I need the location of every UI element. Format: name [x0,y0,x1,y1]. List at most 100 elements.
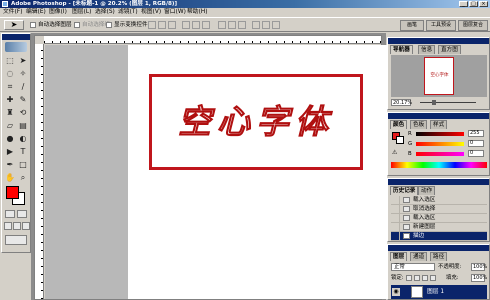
move-tool-icon[interactable]: ➤ [17,55,29,67]
zoom-level-field[interactable]: 20.17% [391,99,412,106]
layer-visibility-eye-icon[interactable]: ◉ [392,288,400,296]
show-transform-checkbox[interactable] [106,22,112,28]
jump-to-imageready-icon[interactable] [5,235,27,245]
auto-select-group-checkbox[interactable] [74,22,80,28]
healing-brush-tool-icon[interactable]: ✚ [4,94,16,106]
tab-styles[interactable]: 样式 [430,120,448,129]
distribute-left-icon[interactable] [252,21,260,29]
menu-help[interactable]: 帮助(H) [187,8,207,17]
type-tool-icon[interactable]: T [17,146,29,158]
auto-select-layer-checkbox[interactable] [30,22,36,28]
gradient-tool-icon[interactable]: ▤ [17,120,29,132]
channel-b-slider[interactable] [416,152,464,156]
history-item[interactable]: 取消选择 [391,205,487,214]
tab-layers[interactable]: 图层 [390,252,408,261]
align-bottom-icon[interactable] [168,21,176,29]
adobe-online-icon[interactable] [5,42,27,52]
color-background-swatch[interactable] [396,136,404,144]
layers-panel-titlebar[interactable] [388,245,489,251]
layer-row-selected[interactable]: ◉ 图层 1 [391,285,487,299]
minimize-button[interactable]: _ [459,1,468,7]
eraser-tool-icon[interactable]: ▱ [4,120,16,132]
quick-mask-mode-icon[interactable] [17,210,27,218]
tab-history[interactable]: 历史记录 [390,186,419,195]
color-spectrum-bar[interactable] [391,162,487,168]
clone-stamp-tool-icon[interactable]: ♜ [4,107,16,119]
lock-transparency-icon[interactable] [406,275,412,281]
zoom-tool-icon[interactable]: ⌕ [17,172,29,184]
color-panel-titlebar[interactable] [388,113,489,119]
align-left-icon[interactable] [182,21,190,29]
zoom-slider[interactable] [420,102,476,103]
tab-actions[interactable]: 动作 [418,186,436,195]
channel-g-slider[interactable] [416,142,464,146]
channel-r-slider[interactable] [416,132,464,136]
pen-tool-icon[interactable]: ✒ [4,159,16,171]
toolbox-titlebar[interactable] [2,34,30,40]
hand-tool-icon[interactable]: ✋ [4,172,16,184]
tab-swatches[interactable]: 色板 [410,120,428,129]
menu-select[interactable]: 选择(S) [95,8,115,17]
maximize-button[interactable]: □ [469,1,478,7]
align-right-icon[interactable] [202,21,210,29]
slice-tool-icon[interactable]: ∕ [17,81,29,93]
brush-tool-icon[interactable]: ✎ [17,94,29,106]
lock-position-icon[interactable] [422,275,428,281]
history-item[interactable]: 新建图层 [391,223,487,232]
channel-r-value[interactable]: 255 [468,130,484,137]
distribute-top-icon[interactable] [218,21,226,29]
canvas[interactable]: 空心字体 [128,45,387,299]
close-button[interactable]: × [479,1,488,7]
history-source-cell[interactable] [391,205,400,213]
path-selection-tool-icon[interactable]: ▶ [4,146,16,158]
dodge-tool-icon[interactable]: ◐ [17,133,29,145]
menu-image[interactable]: 图像(I) [49,8,67,17]
lasso-tool-icon[interactable]: ◌ [4,68,16,80]
menu-view[interactable]: 视图(V) [141,8,161,17]
tab-channels[interactable]: 通道 [410,252,428,261]
align-top-icon[interactable] [148,21,156,29]
dock-tab-layer-comps[interactable]: 图层复合 [458,20,488,31]
foreground-color-swatch[interactable] [6,186,19,199]
align-hcenter-icon[interactable] [192,21,200,29]
history-source-cell[interactable] [391,214,400,222]
standard-screen-mode-icon[interactable] [4,222,12,230]
full-screen-menu-mode-icon[interactable] [13,222,21,230]
tab-navigator[interactable]: 导航器 [390,45,413,54]
lock-image-icon[interactable] [414,275,420,281]
history-source-cell[interactable] [391,196,400,204]
menu-layer[interactable]: 图层(L) [72,8,91,17]
history-source-cell[interactable] [391,223,400,231]
crop-tool-icon[interactable]: ⌗ [4,81,16,93]
history-item-selected[interactable]: 描边 [391,232,487,241]
zoom-slider-handle[interactable] [432,100,436,105]
menu-file[interactable]: 文件(F) [3,8,22,17]
tab-histogram[interactable]: 直方图 [438,45,461,54]
magic-wand-tool-icon[interactable]: ✧ [17,68,29,80]
shape-tool-icon[interactable]: □ [17,159,29,171]
menu-filter[interactable]: 滤镜(T) [118,8,138,17]
history-brush-tool-icon[interactable]: ⟲ [17,107,29,119]
navigator-panel-titlebar[interactable] [388,38,489,44]
history-item[interactable]: 载入选区 [391,214,487,223]
blend-mode-select[interactable]: 正常 [391,263,435,271]
out-of-gamut-warning-icon[interactable]: ⚠ [392,149,397,156]
standard-mode-icon[interactable] [5,210,15,218]
align-vcenter-icon[interactable] [158,21,166,29]
dock-tab-tool-presets[interactable]: 工具预设 [426,20,456,31]
opacity-field[interactable]: 100% [471,263,487,271]
history-panel-titlebar[interactable] [388,179,489,185]
navigator-view[interactable]: 空心字体 [391,55,487,97]
distribute-vcenter-icon[interactable] [228,21,236,29]
menu-edit[interactable]: 编辑(E) [26,8,46,17]
fill-field[interactable]: 100% [471,274,487,282]
menu-window[interactable]: 窗口(W) [164,8,186,17]
blur-tool-icon[interactable]: ● [4,133,16,145]
history-source-cell[interactable] [391,232,400,240]
channel-b-value[interactable]: 0 [468,150,484,157]
dock-tab-brushes[interactable]: 画笔 [400,20,424,31]
full-screen-mode-icon[interactable] [22,222,30,230]
tab-paths[interactable]: 路径 [430,252,448,261]
marquee-tool-icon[interactable]: ⬚ [4,55,16,67]
move-tool-preset-icon[interactable]: ➤ [4,20,24,30]
